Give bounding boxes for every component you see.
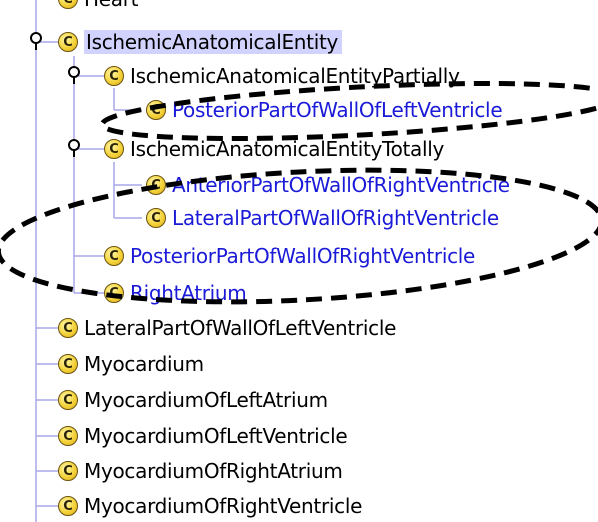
class-label: MyocardiumOfLeftVentricle bbox=[84, 424, 348, 448]
tree-node[interactable]: C Myocardium bbox=[58, 349, 204, 379]
tree-node[interactable]: C IschemicAnatomicalEntityPartially bbox=[104, 61, 460, 91]
tree-node[interactable]: C LateralPartOfWallOfRightVentricle bbox=[146, 203, 499, 233]
class-label: IschemicAnatomicalEntityPartially bbox=[130, 64, 460, 88]
class-icon: C bbox=[58, 32, 78, 52]
class-label: Myocardium bbox=[84, 352, 204, 376]
class-icon: C bbox=[58, 0, 78, 9]
tree-node[interactable]: C LateralPartOfWallOfLeftVentricle bbox=[58, 313, 396, 343]
tree-node[interactable]: C PosteriorPartOfWallOfRightVentricle bbox=[104, 241, 475, 271]
class-label: IschemicAnatomicalEntityTotally bbox=[130, 137, 445, 161]
class-label: AnteriorPartOfWallOfRightVentricle bbox=[172, 173, 510, 197]
class-icon: C bbox=[58, 496, 78, 516]
class-icon: C bbox=[146, 100, 166, 120]
tree-node-selected[interactable]: C IschemicAnatomicalEntity bbox=[58, 27, 343, 57]
tree-node[interactable]: C IschemicAnatomicalEntityTotally bbox=[104, 134, 444, 164]
class-label: MyocardiumOfRightAtrium bbox=[84, 459, 343, 483]
class-icon: C bbox=[58, 354, 78, 374]
class-hierarchy-tree: C Heart C IschemicAnatomicalEntity C Isc… bbox=[0, 0, 598, 522]
class-icon: C bbox=[104, 139, 124, 159]
class-label: PosteriorPartOfWallOfLeftVentricle bbox=[172, 98, 503, 122]
class-icon: C bbox=[146, 175, 166, 195]
class-label: RightAtrium bbox=[130, 281, 247, 305]
class-icon: C bbox=[104, 66, 124, 86]
class-label: LateralPartOfWallOfRightVentricle bbox=[172, 206, 499, 230]
tree-node[interactable]: C MyocardiumOfRightVentricle bbox=[58, 491, 362, 521]
class-icon: C bbox=[58, 461, 78, 481]
class-label: IschemicAnatomicalEntity bbox=[84, 30, 343, 54]
class-icon: C bbox=[58, 390, 78, 410]
class-icon: C bbox=[104, 283, 124, 303]
class-icon: C bbox=[104, 246, 124, 266]
class-icon: C bbox=[58, 318, 78, 338]
class-label: Heart bbox=[84, 0, 138, 11]
class-icon: C bbox=[58, 426, 78, 446]
class-icon: C bbox=[146, 208, 166, 228]
tree-node[interactable]: C MyocardiumOfRightAtrium bbox=[58, 456, 343, 486]
class-label: MyocardiumOfRightVentricle bbox=[84, 494, 363, 518]
tree-node[interactable]: C MyocardiumOfLeftVentricle bbox=[58, 421, 348, 451]
tree-node[interactable]: C MyocardiumOfLeftAtrium bbox=[58, 385, 328, 415]
class-label: PosteriorPartOfWallOfRightVentricle bbox=[130, 244, 476, 268]
class-label: LateralPartOfWallOfLeftVentricle bbox=[84, 316, 397, 340]
tree-node[interactable]: C RightAtrium bbox=[104, 278, 247, 308]
tree-node[interactable]: C PosteriorPartOfWallOfLeftVentricle bbox=[146, 95, 503, 125]
tree-node[interactable]: C Heart bbox=[58, 0, 138, 14]
tree-node[interactable]: C AnteriorPartOfWallOfRightVentricle bbox=[146, 170, 510, 200]
class-label: MyocardiumOfLeftAtrium bbox=[84, 388, 328, 412]
